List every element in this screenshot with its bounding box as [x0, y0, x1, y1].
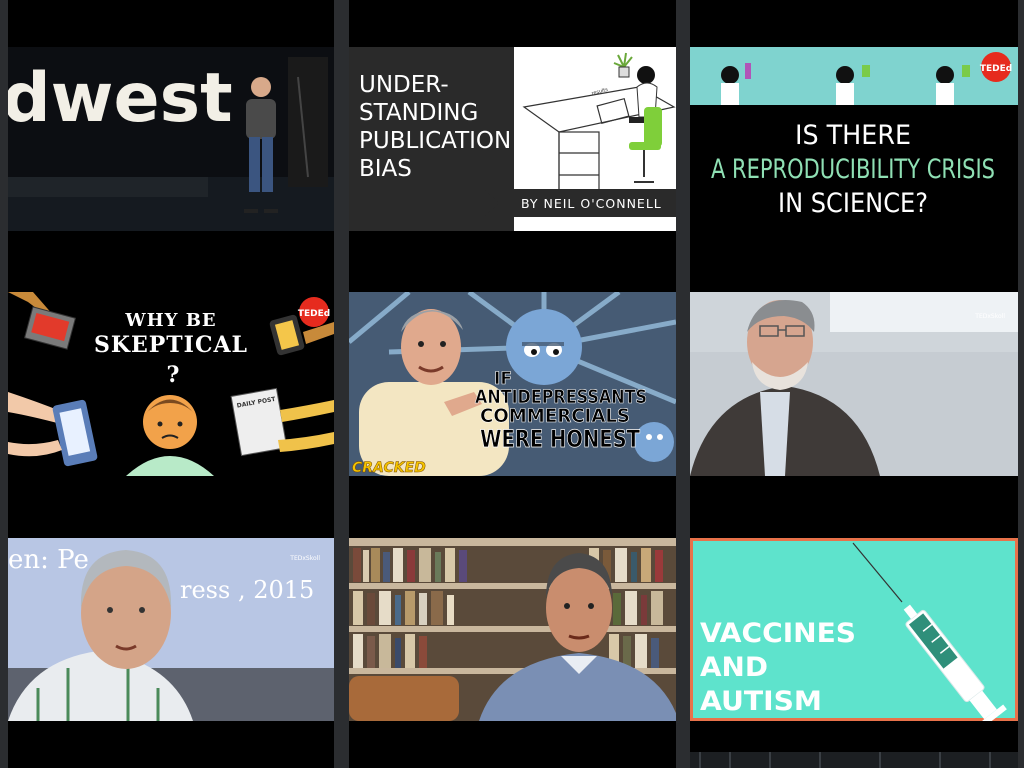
- title-line-3: PUBLICATION: [359, 128, 511, 154]
- watermark: TEDxSkoll: [289, 555, 320, 562]
- title-line-4: BIAS: [359, 156, 412, 182]
- title-line-3: IN SCIENCE?: [778, 188, 928, 219]
- title-line-1: UNDER-: [359, 72, 449, 98]
- cracked-logo: CRACKED: [352, 460, 426, 476]
- slide-text-left: en: Pe: [8, 545, 89, 575]
- byline: BY NEIL O'CONNELL: [521, 196, 662, 211]
- video-thumbnail-reproducibility-crisis[interactable]: TEDEd IS THERE A REPRODUCIBILITY CRISIS …: [690, 47, 1018, 231]
- video-thumbnail-vaccines-and-autism[interactable]: VACCINES AND AUTISM: [690, 538, 1018, 721]
- watermark: TEDxSkoll: [974, 313, 1005, 320]
- title-line-4: WERE HONEST: [480, 425, 641, 453]
- title-line-3: COMMERCIALS: [480, 405, 630, 427]
- teded-badge-text: TEDEd: [980, 64, 1012, 74]
- title-line-2: AND: [700, 652, 768, 683]
- video-thumbnail-midwest-talk[interactable]: dwest: [8, 47, 334, 231]
- title-line-1: VACCINES: [700, 618, 856, 649]
- video-thumbnail-honest-antidepressant-commercials[interactable]: IF ANTIDEPRESSANTS COMMERCIALS WERE HONE…: [349, 292, 676, 476]
- video-thumbnail-partial[interactable]: [690, 752, 1018, 768]
- video-thumbnail-bookshelf-interview[interactable]: [349, 538, 676, 721]
- video-thumbnail-presenter-slide[interactable]: en: Pe ress , 2015 TEDxSkoll: [8, 538, 334, 721]
- video-thumbnail-why-be-skeptical[interactable]: TEDEd DAILY POST WHY BE SKEPTICAL ?: [8, 292, 334, 476]
- slide-text-right: ress , 2015: [180, 576, 314, 604]
- title-line-2: STANDING: [359, 100, 478, 126]
- title-line-2: A REPRODUCIBILITY CRISIS: [711, 154, 995, 185]
- stage-sign-text: dwest: [8, 59, 233, 138]
- title-line-3: AUTISM: [700, 686, 822, 717]
- title-line-1: IS THERE: [795, 120, 911, 151]
- title-line-2: SKEPTICAL: [94, 332, 248, 358]
- teded-badge-text: TEDEd: [298, 309, 330, 319]
- video-thumbnail-publication-bias[interactable]: UNDER- STANDING PUBLICATION BIAS results…: [349, 47, 676, 231]
- title-line-3: ?: [167, 362, 180, 388]
- video-thumbnail-speaker-interview[interactable]: TEDxSkoll: [690, 292, 1018, 476]
- title-line-1: WHY BE: [124, 310, 216, 331]
